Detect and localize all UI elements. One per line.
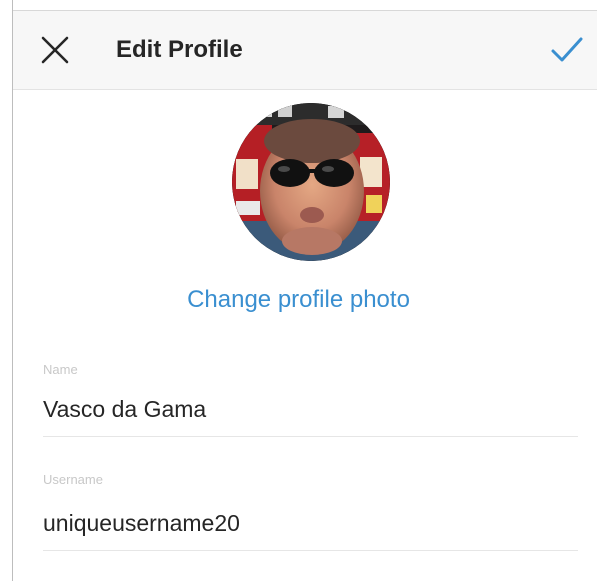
page-title: Edit Profile <box>116 36 243 63</box>
username-field-underline <box>43 550 578 551</box>
edit-profile-screen: Edit Profile Change profile photo Name V… <box>0 0 597 581</box>
done-button[interactable] <box>547 31 587 69</box>
name-label: Name <box>43 362 78 377</box>
name-field[interactable] <box>43 394 578 424</box>
change-profile-photo-link[interactable]: Change profile photo <box>0 284 597 316</box>
close-icon <box>41 36 69 64</box>
avatar[interactable] <box>232 103 390 261</box>
username-label: Username <box>43 472 103 487</box>
username-field[interactable] <box>43 508 578 538</box>
top-bar: Edit Profile <box>13 10 597 90</box>
name-field-underline <box>43 436 578 437</box>
checkmark-icon <box>551 37 583 62</box>
close-button[interactable] <box>38 33 72 67</box>
profile-photo-image <box>232 103 390 261</box>
